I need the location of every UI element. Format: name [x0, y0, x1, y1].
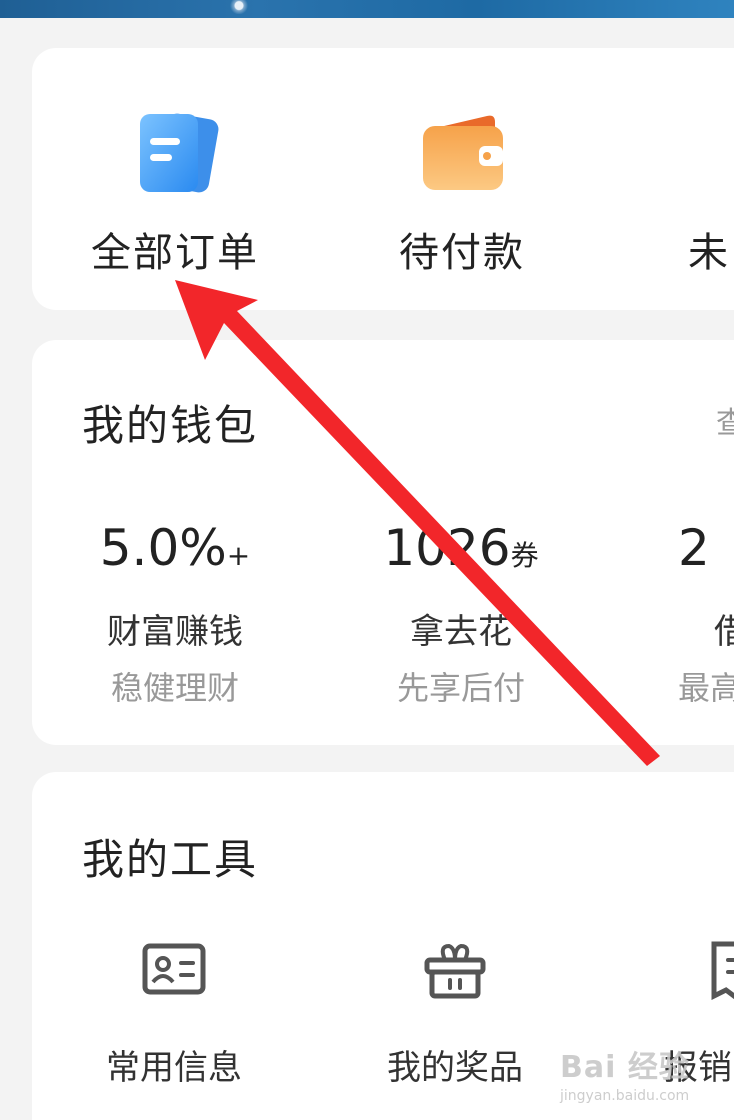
- app-screen: 全部订单 待付款 未 我的钱包 查 5.0%+ 财富赚钱 稳健理财 1026券 …: [0, 0, 734, 1120]
- banner-decoration-icon: [228, 0, 250, 14]
- wealth-item[interactable]: 5.0%+ 财富赚钱 稳健理财: [60, 520, 290, 709]
- wealth-name: 财富赚钱: [107, 612, 243, 652]
- loan-subtitle: 最高: [678, 669, 734, 707]
- baidu-watermark: Bai 经验 jingyan.baidu.com: [560, 1042, 730, 1104]
- pending-payment-label: 待付款: [399, 230, 525, 276]
- top-banner: [0, 0, 734, 18]
- order-status-button[interactable]: 未: [650, 108, 734, 278]
- all-orders-label: 全部订单: [91, 230, 259, 276]
- pay-later-subtitle: 先享后付: [396, 669, 525, 707]
- loan-item[interactable]: 2 借 最高: [678, 520, 734, 709]
- wallet-icon: [423, 115, 503, 190]
- coupon-count-value: 1026券: [383, 519, 539, 577]
- pending-payment-button[interactable]: 待付款: [362, 108, 562, 278]
- tile-icon: [705, 108, 734, 198]
- wallet-view-link[interactable]: 查: [716, 398, 734, 442]
- order-status-label: 未: [688, 230, 730, 276]
- wealth-subtitle: 稳健理财: [110, 669, 239, 707]
- my-prizes-button[interactable]: 我的奖品: [345, 940, 565, 1089]
- gift-icon: [424, 943, 486, 999]
- wealth-value: 5.0%+: [99, 519, 251, 577]
- watermark-url: jingyan.baidu.com: [560, 1088, 690, 1104]
- common-info-label: 常用信息: [106, 1048, 242, 1088]
- pay-later-name: 拿去花: [410, 612, 512, 652]
- wallet-title: 我的钱包: [82, 401, 259, 450]
- loan-name: 借: [714, 612, 734, 652]
- my-prizes-label: 我的奖品: [387, 1048, 523, 1088]
- tools-title: 我的工具: [82, 835, 259, 884]
- loan-value: 2: [678, 519, 710, 577]
- pay-later-item[interactable]: 1026券 拿去花 先享后付: [346, 520, 576, 709]
- receipt-icon: [711, 941, 734, 1000]
- common-info-button[interactable]: 常用信息: [64, 940, 284, 1089]
- all-orders-button[interactable]: 全部订单: [75, 108, 275, 278]
- watermark-logo: Bai 经验: [560, 1050, 690, 1085]
- document-list-icon: [140, 113, 219, 193]
- id-card-icon: [142, 943, 206, 995]
